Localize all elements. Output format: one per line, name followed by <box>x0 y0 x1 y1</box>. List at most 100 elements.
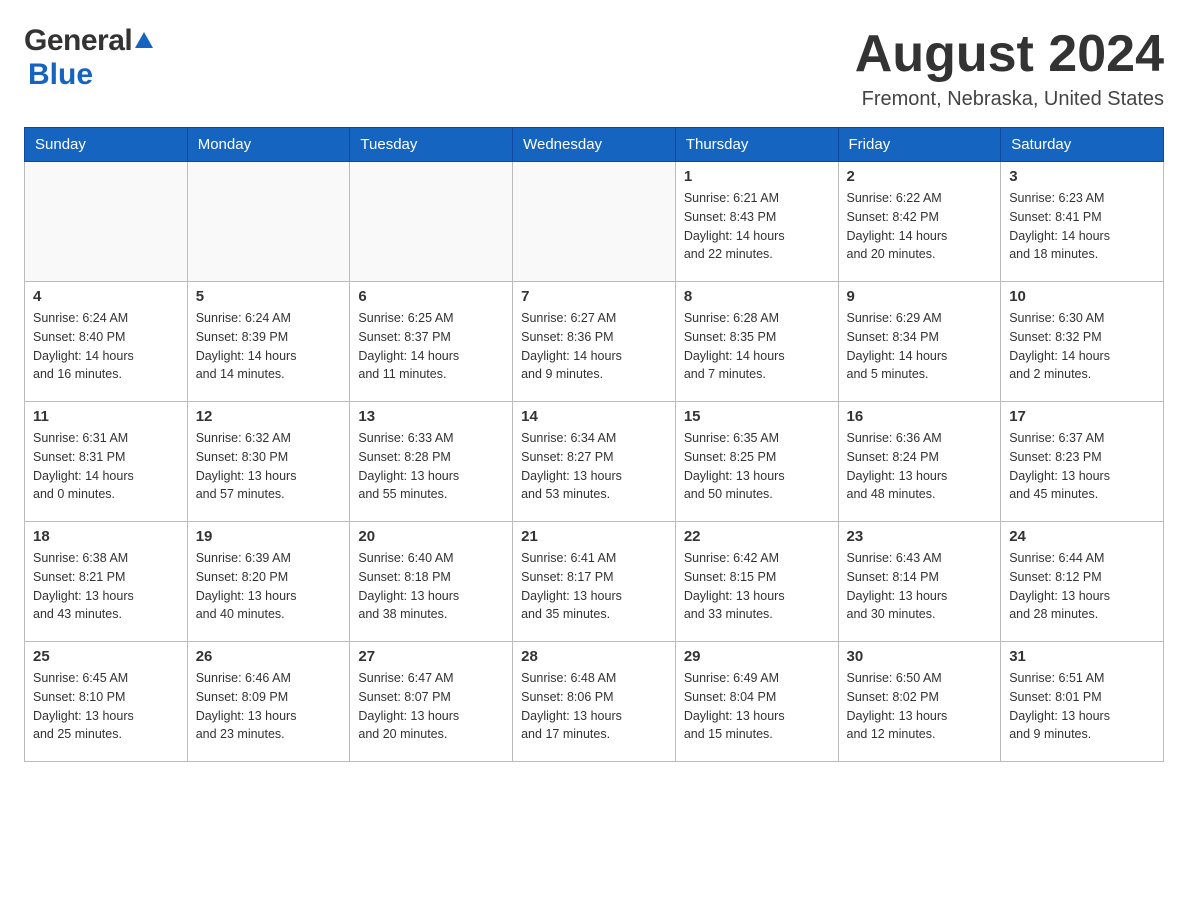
table-row: 23Sunrise: 6:43 AM Sunset: 8:14 PM Dayli… <box>838 522 1001 642</box>
day-info: Sunrise: 6:40 AM Sunset: 8:18 PM Dayligh… <box>358 549 504 624</box>
day-number: 20 <box>358 528 504 545</box>
logo: General Blue <box>24 24 153 92</box>
calendar-day-header: Thursday <box>675 128 838 162</box>
calendar-week-row: 4 Sunrise: 6:24 AM Sunset: 8:40 PM Daylig… <box>25 282 1164 402</box>
day-info: Sunrise: 6:41 AM Sunset: 8:17 PM Dayligh… <box>521 549 667 624</box>
day-number: 4 <box>33 288 179 305</box>
day-number: 1 <box>684 168 830 185</box>
day-info: Sunrise: 6:31 AM Sunset: 8:31 PM Dayligh… <box>33 429 179 504</box>
table-row: 17 Sunrise: 6:37 AM Sunset: 8:23 PM Dayli… <box>1001 402 1164 522</box>
day-number: 24 <box>1009 528 1155 545</box>
day-number: 25 <box>33 648 179 665</box>
logo-arrow-icon <box>135 32 153 48</box>
day-info: Sunrise: 6:32 AM Sunset: 8:30 PM Dayligh… <box>196 429 342 504</box>
table-row: 8Sunrise: 6:28 AM Sunset: 8:35 PM Daylig… <box>675 282 838 402</box>
day-info: Sunrise: 6:37 AM Sunset: 8:23 PM Dayligh… <box>1009 429 1155 504</box>
day-info: Sunrise: 6:50 AM Sunset: 8:02 PM Dayligh… <box>847 669 993 744</box>
table-row: 30Sunrise: 6:50 AM Sunset: 8:02 PM Dayli… <box>838 642 1001 762</box>
table-row: 16 Sunrise: 6:36 AM Sunset: 8:24 PM Dayli… <box>838 402 1001 522</box>
table-row: 26Sunrise: 6:46 AM Sunset: 8:09 PM Dayli… <box>187 642 350 762</box>
logo-blue-text: Blue <box>28 58 93 91</box>
table-row: 19Sunrise: 6:39 AM Sunset: 8:20 PM Dayli… <box>187 522 350 642</box>
day-number: 27 <box>358 648 504 665</box>
table-row <box>25 162 188 282</box>
calendar-day-header: Saturday <box>1001 128 1164 162</box>
day-info: Sunrise: 6:23 AM Sunset: 8:41 PM Dayligh… <box>1009 189 1155 264</box>
day-number: 3 <box>1009 168 1155 185</box>
table-row: 28Sunrise: 6:48 AM Sunset: 8:06 PM Dayli… <box>513 642 676 762</box>
calendar-week-row: 1 Sunrise: 6:21 AM Sunset: 8:43 PM Daylig… <box>25 162 1164 282</box>
logo-general-text: General <box>24 24 132 58</box>
month-title: August 2024 <box>855 24 1164 84</box>
calendar-header-row: SundayMondayTuesdayWednesdayThursdayFrid… <box>25 128 1164 162</box>
day-info: Sunrise: 6:45 AM Sunset: 8:10 PM Dayligh… <box>33 669 179 744</box>
table-row <box>513 162 676 282</box>
table-row: 11 Sunrise: 6:31 AM Sunset: 8:31 PM Dayli… <box>25 402 188 522</box>
table-row: 13 Sunrise: 6:33 AM Sunset: 8:28 PM Dayli… <box>350 402 513 522</box>
day-number: 23 <box>847 528 993 545</box>
day-number: 21 <box>521 528 667 545</box>
day-number: 2 <box>847 168 993 185</box>
day-info: Sunrise: 6:29 AM Sunset: 8:34 PM Dayligh… <box>847 309 993 384</box>
day-info: Sunrise: 6:42 AM Sunset: 8:15 PM Dayligh… <box>684 549 830 624</box>
calendar-day-header: Monday <box>187 128 350 162</box>
day-number: 8 <box>684 288 830 305</box>
day-info: Sunrise: 6:44 AM Sunset: 8:12 PM Dayligh… <box>1009 549 1155 624</box>
day-info: Sunrise: 6:36 AM Sunset: 8:24 PM Dayligh… <box>847 429 993 504</box>
table-row: 29Sunrise: 6:49 AM Sunset: 8:04 PM Dayli… <box>675 642 838 762</box>
day-info: Sunrise: 6:51 AM Sunset: 8:01 PM Dayligh… <box>1009 669 1155 744</box>
day-info: Sunrise: 6:48 AM Sunset: 8:06 PM Dayligh… <box>521 669 667 744</box>
table-row: 12 Sunrise: 6:32 AM Sunset: 8:30 PM Dayli… <box>187 402 350 522</box>
day-number: 11 <box>33 408 179 425</box>
calendar-table: SundayMondayTuesdayWednesdayThursdayFrid… <box>24 127 1164 762</box>
location: Fremont, Nebraska, United States <box>855 88 1164 111</box>
table-row: 7 Sunrise: 6:27 AM Sunset: 8:36 PM Daylig… <box>513 282 676 402</box>
table-row: 27 Sunrise: 6:47 AM Sunset: 8:07 PM Dayli… <box>350 642 513 762</box>
day-number: 12 <box>196 408 342 425</box>
table-row: 15Sunrise: 6:35 AM Sunset: 8:25 PM Dayli… <box>675 402 838 522</box>
day-number: 22 <box>684 528 830 545</box>
day-number: 29 <box>684 648 830 665</box>
day-info: Sunrise: 6:33 AM Sunset: 8:28 PM Dayligh… <box>358 429 504 504</box>
table-row: 3 Sunrise: 6:23 AM Sunset: 8:41 PM Daylig… <box>1001 162 1164 282</box>
table-row: 2 Sunrise: 6:22 AM Sunset: 8:42 PM Daylig… <box>838 162 1001 282</box>
table-row: 22 Sunrise: 6:42 AM Sunset: 8:15 PM Dayli… <box>675 522 838 642</box>
day-number: 9 <box>847 288 993 305</box>
table-row: 24 Sunrise: 6:44 AM Sunset: 8:12 PM Dayli… <box>1001 522 1164 642</box>
day-number: 18 <box>33 528 179 545</box>
table-row: 1 Sunrise: 6:21 AM Sunset: 8:43 PM Daylig… <box>675 162 838 282</box>
table-row: 14Sunrise: 6:34 AM Sunset: 8:27 PM Dayli… <box>513 402 676 522</box>
calendar-day-header: Wednesday <box>513 128 676 162</box>
day-number: 13 <box>358 408 504 425</box>
day-number: 10 <box>1009 288 1155 305</box>
table-row <box>350 162 513 282</box>
table-row: 10Sunrise: 6:30 AM Sunset: 8:32 PM Dayli… <box>1001 282 1164 402</box>
day-info: Sunrise: 6:24 AM Sunset: 8:39 PM Dayligh… <box>196 309 342 384</box>
calendar-day-header: Friday <box>838 128 1001 162</box>
day-info: Sunrise: 6:25 AM Sunset: 8:37 PM Dayligh… <box>358 309 504 384</box>
day-number: 16 <box>847 408 993 425</box>
day-info: Sunrise: 6:47 AM Sunset: 8:07 PM Dayligh… <box>358 669 504 744</box>
day-number: 19 <box>196 528 342 545</box>
day-info: Sunrise: 6:21 AM Sunset: 8:43 PM Dayligh… <box>684 189 830 264</box>
day-info: Sunrise: 6:22 AM Sunset: 8:42 PM Dayligh… <box>847 189 993 264</box>
day-number: 5 <box>196 288 342 305</box>
table-row: 25 Sunrise: 6:45 AM Sunset: 8:10 PM Dayli… <box>25 642 188 762</box>
table-row: 18Sunrise: 6:38 AM Sunset: 8:21 PM Dayli… <box>25 522 188 642</box>
calendar-week-row: 25 Sunrise: 6:45 AM Sunset: 8:10 PM Dayli… <box>25 642 1164 762</box>
day-number: 6 <box>358 288 504 305</box>
table-row: 9 Sunrise: 6:29 AM Sunset: 8:34 PM Daylig… <box>838 282 1001 402</box>
day-info: Sunrise: 6:34 AM Sunset: 8:27 PM Dayligh… <box>521 429 667 504</box>
table-row: 21 Sunrise: 6:41 AM Sunset: 8:17 PM Dayli… <box>513 522 676 642</box>
table-row: 4 Sunrise: 6:24 AM Sunset: 8:40 PM Daylig… <box>25 282 188 402</box>
calendar-week-row: 11 Sunrise: 6:31 AM Sunset: 8:31 PM Dayli… <box>25 402 1164 522</box>
table-row <box>187 162 350 282</box>
day-info: Sunrise: 6:27 AM Sunset: 8:36 PM Dayligh… <box>521 309 667 384</box>
page-header: General Blue August 2024 Fremont, Nebras… <box>24 24 1164 111</box>
day-info: Sunrise: 6:24 AM Sunset: 8:40 PM Dayligh… <box>33 309 179 384</box>
day-number: 7 <box>521 288 667 305</box>
day-number: 15 <box>684 408 830 425</box>
day-number: 17 <box>1009 408 1155 425</box>
title-block: August 2024 Fremont, Nebraska, United St… <box>855 24 1164 111</box>
table-row: 20 Sunrise: 6:40 AM Sunset: 8:18 PM Dayli… <box>350 522 513 642</box>
